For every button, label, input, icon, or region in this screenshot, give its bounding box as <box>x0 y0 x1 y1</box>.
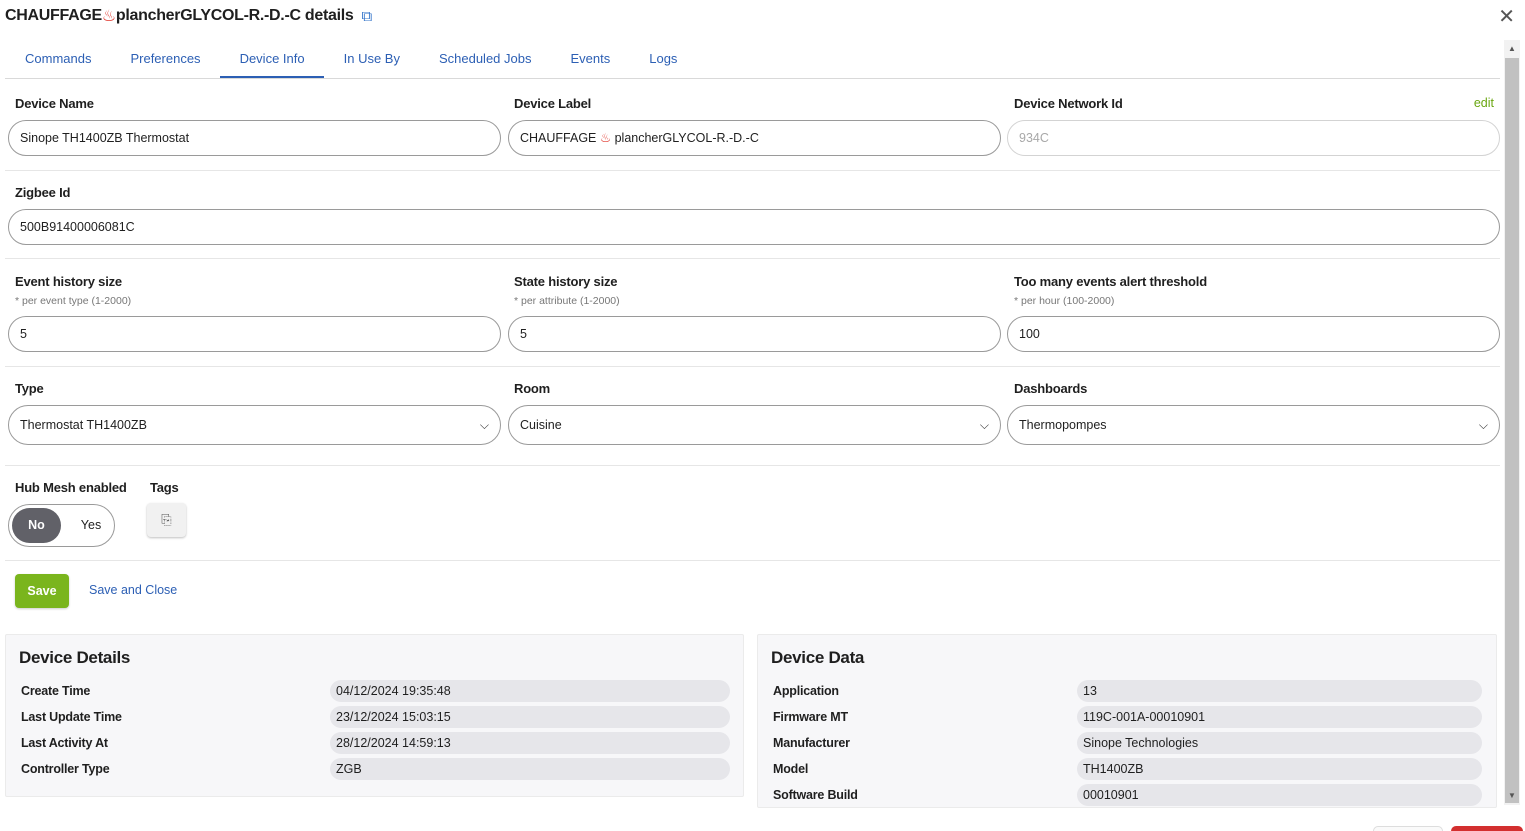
row-key: Model <box>773 762 809 776</box>
flame-icon: ♨ <box>101 8 116 25</box>
event-history-hint: * per event type (1-2000) <box>15 295 132 307</box>
hub-mesh-no-option[interactable]: No <box>12 508 61 543</box>
tab-commands[interactable]: Commands <box>5 40 110 78</box>
row-value: TH1400ZB <box>1077 758 1482 780</box>
save-and-close-link[interactable]: Save and Close <box>89 583 177 597</box>
tags-label: Tags <box>150 480 179 495</box>
table-row: Firmware MT 119C-001A-00010901 <box>773 706 1482 728</box>
row-value: 00010901 <box>1077 784 1482 806</box>
table-row: Last Update Time 23/12/2024 15:03:15 <box>21 706 730 728</box>
edit-tags-button[interactable]: ⎘ <box>147 503 186 537</box>
title-suffix: plancherGLYCOL-R.-D.-C details <box>115 7 354 24</box>
event-history-input[interactable]: 5 <box>8 316 501 352</box>
state-history-label: State history size <box>514 274 618 289</box>
state-history-hint: * per attribute (1-2000) <box>514 295 620 307</box>
chevron-down-icon: ⌵ <box>479 418 489 432</box>
room-label: Room <box>514 381 551 396</box>
row-key: Last Update Time <box>21 710 122 724</box>
device-label-input[interactable]: CHAUFFAGE ♨ plancherGLYCOL-R.-D.-C <box>508 120 1001 156</box>
room-select[interactable]: Cuisine ⌵ <box>508 405 1001 445</box>
scroll-up-icon[interactable]: ▲ <box>1504 42 1520 56</box>
table-row: Application 13 <box>773 680 1482 702</box>
row-value: 23/12/2024 15:03:15 <box>330 706 730 728</box>
row-key: Controller Type <box>21 762 110 776</box>
footer-button-partial[interactable] <box>1373 826 1443 831</box>
zigbee-id-input[interactable]: 500B91400006081C <box>8 209 1500 245</box>
alert-threshold-hint: * per hour (100-2000) <box>1014 295 1115 307</box>
chevron-down-icon: ⌵ <box>979 418 989 432</box>
save-button[interactable]: Save <box>15 574 69 608</box>
tab-bar: Commands Preferences Device Info In Use … <box>5 40 1500 79</box>
row-key: Manufacturer <box>773 736 850 750</box>
hub-mesh-toggle[interactable]: No Yes <box>8 504 115 547</box>
row-value: 04/12/2024 19:35:48 <box>330 680 730 702</box>
table-row: Software Build 00010901 <box>773 784 1482 806</box>
tab-in-use-by[interactable]: In Use By <box>324 40 419 78</box>
device-network-id-input: 934C <box>1007 120 1500 156</box>
row-key: Application <box>773 684 839 698</box>
table-row: Model TH1400ZB <box>773 758 1482 780</box>
divider <box>5 258 1500 259</box>
scrollbar-thumb[interactable] <box>1505 58 1519 803</box>
divider <box>5 560 1500 561</box>
event-history-label: Event history size <box>15 274 122 289</box>
divider <box>5 366 1500 367</box>
close-icon[interactable]: ✕ <box>1498 4 1515 29</box>
device-label-prefix: CHAUFFAGE <box>520 131 597 145</box>
scroll-down-icon[interactable]: ▼ <box>1504 789 1520 803</box>
zigbee-id-label: Zigbee Id <box>15 185 71 200</box>
device-name-label: Device Name <box>15 96 94 111</box>
footer-remove-button-partial[interactable] <box>1451 826 1523 831</box>
edit-network-id-link[interactable]: edit <box>1474 96 1494 110</box>
room-value: Cuisine <box>520 418 562 432</box>
row-key: Last Activity At <box>21 736 108 750</box>
device-label-label: Device Label <box>514 96 592 111</box>
divider <box>5 170 1500 171</box>
table-row: Create Time 04/12/2024 19:35:48 <box>21 680 730 702</box>
table-row: Controller Type ZGB <box>21 758 730 780</box>
row-key: Software Build <box>773 788 858 802</box>
type-value: Thermostat TH1400ZB <box>20 418 147 432</box>
chevron-down-icon: ⌵ <box>1478 418 1488 432</box>
dashboards-value: Thermopompes <box>1019 418 1107 432</box>
row-key: Firmware MT <box>773 710 848 724</box>
device-network-id-label: Device Network Id <box>1014 96 1123 111</box>
external-link-icon[interactable]: ⧉ <box>361 8 372 25</box>
hub-mesh-label: Hub Mesh enabled <box>15 480 127 495</box>
row-value: 28/12/2024 14:59:13 <box>330 732 730 754</box>
type-label: Type <box>15 381 44 396</box>
device-name-input[interactable]: Sinope TH1400ZB Thermostat <box>8 120 501 156</box>
flame-icon: ♨ <box>599 131 612 145</box>
device-label-suffix: plancherGLYCOL-R.-D.-C <box>614 131 759 145</box>
hub-mesh-yes-option[interactable]: Yes <box>71 508 111 543</box>
tab-preferences[interactable]: Preferences <box>110 40 219 78</box>
edit-tag-icon: ⎘ <box>161 512 172 527</box>
title-prefix: CHAUFFAGE <box>5 7 102 24</box>
device-details-title: Device Details <box>19 648 131 667</box>
row-key: Create Time <box>21 684 91 698</box>
device-details-panel: Device Details Create Time 04/12/2024 19… <box>5 634 744 797</box>
row-value: Sinope Technologies <box>1077 732 1482 754</box>
divider <box>5 465 1500 466</box>
dashboards-select[interactable]: Thermopompes ⌵ <box>1007 405 1500 445</box>
tab-device-info[interactable]: Device Info <box>219 40 324 78</box>
alert-threshold-input[interactable]: 100 <box>1007 316 1500 352</box>
row-value: 119C-001A-00010901 <box>1077 706 1482 728</box>
tab-scheduled-jobs[interactable]: Scheduled Jobs <box>419 40 551 78</box>
table-row: Last Activity At 28/12/2024 14:59:13 <box>21 732 730 754</box>
tab-logs[interactable]: Logs <box>629 40 696 78</box>
table-row: Manufacturer Sinope Technologies <box>773 732 1482 754</box>
device-data-title: Device Data <box>771 648 865 667</box>
type-select[interactable]: Thermostat TH1400ZB ⌵ <box>8 405 501 445</box>
dialog-title: CHAUFFAGE ♨ plancherGLYCOL-R.-D.-C detai… <box>5 5 372 27</box>
tab-events[interactable]: Events <box>550 40 629 78</box>
row-value: 13 <box>1077 680 1482 702</box>
dashboards-label: Dashboards <box>1014 381 1088 396</box>
row-value: ZGB <box>330 758 730 780</box>
alert-threshold-label: Too many events alert threshold <box>1014 274 1207 289</box>
device-data-panel: Device Data Application 13 Firmware MT 1… <box>757 634 1497 808</box>
scrollbar[interactable]: ▲ ▼ <box>1504 40 1520 805</box>
state-history-input[interactable]: 5 <box>508 316 1001 352</box>
